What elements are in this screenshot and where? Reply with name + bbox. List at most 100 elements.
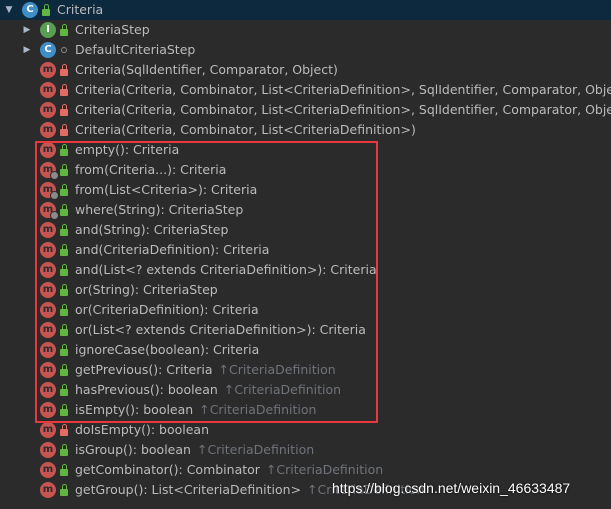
method-icon: m — [40, 322, 56, 338]
chevron-down-icon[interactable]: ▼ — [4, 0, 14, 20]
member-label: empty(): Criteria — [75, 142, 180, 157]
method-icon: m — [40, 242, 56, 258]
member-label: getCombinator(): Combinator — [75, 462, 260, 477]
class-icon: C — [22, 2, 38, 18]
member-label: or(List<? extends CriteriaDefinition>): … — [75, 322, 366, 337]
method-icon: m — [40, 482, 56, 498]
public-lock-icon — [59, 444, 69, 456]
static-overlay-icon — [50, 211, 59, 220]
member-label: Criteria(Criteria, Combinator, List<Crit… — [75, 122, 416, 137]
tree-row-method[interactable]: m or(CriteriaDefinition): Criteria — [0, 300, 611, 320]
tree-row-class[interactable]: ▶ I CriteriaStep — [0, 20, 611, 40]
method-icon: m — [40, 442, 56, 458]
method-icon: m — [40, 282, 56, 298]
method-icon: m — [40, 362, 56, 378]
inherited-from-label: ↑CriteriaDefinition — [265, 462, 384, 477]
method-icon: m — [40, 182, 59, 200]
tree-row-method[interactable]: m from(Criteria...): Criteria — [0, 160, 611, 180]
member-label: getGroup(): List<CriteriaDefinition> — [75, 482, 302, 497]
public-lock-icon — [59, 344, 69, 356]
watermark: https://blog.csdn.net/weixin_46633487 — [332, 480, 571, 496]
method-icon: m — [40, 422, 56, 438]
public-lock-icon — [59, 184, 69, 196]
public-lock-icon — [59, 24, 69, 36]
public-lock-icon — [59, 244, 69, 256]
tree-row-method[interactable]: m ignoreCase(boolean): Criteria — [0, 340, 611, 360]
tree-row-method[interactable]: m empty(): Criteria — [0, 140, 611, 160]
tree-row-method[interactable]: m doIsEmpty(): boolean — [0, 420, 611, 440]
member-label: getPrevious(): Criteria — [75, 362, 213, 377]
private-lock-icon — [59, 64, 69, 76]
member-label: Criteria(SqlIdentifier, Comparator, Obje… — [75, 62, 338, 77]
member-label: isGroup(): boolean — [75, 442, 191, 457]
tree-row-method[interactable]: m and(List<? extends CriteriaDefinition>)… — [0, 260, 611, 280]
method-icon: m — [40, 202, 59, 220]
structure-tree: ▼ C Criteria ▶ I CriteriaStep ▶ C DefaultCrit… — [0, 0, 611, 500]
tree-row-method[interactable]: m hasPrevious(): boolean ↑CriteriaDefiniti… — [0, 380, 611, 400]
tree-row-method[interactable]: m Criteria(Criteria, Combinator, List<Cri… — [0, 120, 611, 140]
public-lock-icon — [59, 364, 69, 376]
public-lock-icon — [59, 264, 69, 276]
chevron-right-icon[interactable]: ▶ — [22, 40, 32, 60]
chevron-right-icon[interactable]: ▶ — [22, 20, 32, 40]
member-label: isEmpty(): boolean — [75, 402, 194, 417]
private-lock-icon — [59, 104, 69, 116]
class-icon: C — [40, 42, 56, 58]
member-label: DefaultCriteriaStep — [75, 42, 196, 57]
private-lock-icon — [59, 124, 69, 136]
package-private-icon — [59, 44, 69, 56]
method-icon: m — [40, 462, 56, 478]
method-icon: m — [40, 302, 56, 318]
tree-row-method[interactable]: m where(String): CriteriaStep — [0, 200, 611, 220]
member-label: ignoreCase(boolean): Criteria — [75, 342, 260, 357]
tree-row-method[interactable]: m Criteria(Criteria, Combinator, List<Cri… — [0, 80, 611, 100]
tree-row-method[interactable]: m or(List<? extends CriteriaDefinition>):… — [0, 320, 611, 340]
tree-row-method[interactable]: m Criteria(SqlIdentifier, Comparator, Obj… — [0, 60, 611, 80]
method-icon: m — [40, 222, 56, 238]
member-label: from(List<Criteria>): Criteria — [75, 182, 258, 197]
member-label: and(List<? extends CriteriaDefinition>):… — [75, 262, 377, 277]
tree-row-method[interactable]: m or(String): CriteriaStep — [0, 280, 611, 300]
static-overlay-icon — [50, 171, 59, 180]
tree-row-method[interactable]: m Criteria(Criteria, Combinator, List<Cri… — [0, 100, 611, 120]
private-lock-icon — [59, 84, 69, 96]
member-label: and(CriteriaDefinition): Criteria — [75, 242, 270, 257]
tree-row-method[interactable]: m and(String): CriteriaStep — [0, 220, 611, 240]
member-label: or(CriteriaDefinition): Criteria — [75, 302, 259, 317]
tree-row-method[interactable]: m isGroup(): boolean ↑CriteriaDefinition — [0, 440, 611, 460]
method-icon: m — [40, 342, 56, 358]
member-label: or(String): CriteriaStep — [75, 282, 218, 297]
public-lock-icon — [59, 224, 69, 236]
inherited-from-label: ↑CriteriaDefinition — [196, 442, 315, 457]
method-icon: m — [40, 122, 56, 138]
member-label: and(String): CriteriaStep — [75, 222, 229, 237]
public-lock-icon — [59, 404, 69, 416]
method-icon: m — [40, 402, 56, 418]
public-lock-icon — [41, 4, 51, 16]
tree-row-class[interactable]: ▶ C DefaultCriteriaStep — [0, 40, 611, 60]
member-label: Criteria(Criteria, Combinator, List<Crit… — [75, 102, 611, 117]
inherited-from-label: ↑CriteriaDefinition — [199, 402, 317, 417]
interface-icon: I — [40, 22, 56, 38]
public-lock-icon — [59, 484, 69, 496]
public-lock-icon — [59, 204, 69, 216]
member-label: where(String): CriteriaStep — [75, 202, 244, 217]
public-lock-icon — [59, 304, 69, 316]
method-icon: m — [40, 262, 56, 278]
public-lock-icon — [59, 324, 69, 336]
tree-row-method[interactable]: m from(List<Criteria>): Criteria — [0, 180, 611, 200]
member-label: from(Criteria...): Criteria — [75, 162, 227, 177]
tree-row-method[interactable]: m getCombinator(): Combinator ↑CriteriaDef… — [0, 460, 611, 480]
method-icon: m — [40, 82, 56, 98]
tree-row-method[interactable]: m and(CriteriaDefinition): Criteria — [0, 240, 611, 260]
member-label: doIsEmpty(): boolean — [75, 422, 210, 437]
root-label: Criteria — [57, 2, 104, 17]
public-lock-icon — [59, 464, 69, 476]
member-label: CriteriaStep — [75, 22, 150, 37]
tree-row-method[interactable]: m isEmpty(): boolean ↑CriteriaDefinition — [0, 400, 611, 420]
tree-root-row[interactable]: ▼ C Criteria — [0, 0, 611, 20]
tree-row-method[interactable]: m getPrevious(): Criteria ↑CriteriaDefinit… — [0, 360, 611, 380]
public-lock-icon — [59, 144, 69, 156]
public-lock-icon — [59, 284, 69, 296]
public-lock-icon — [59, 384, 69, 396]
